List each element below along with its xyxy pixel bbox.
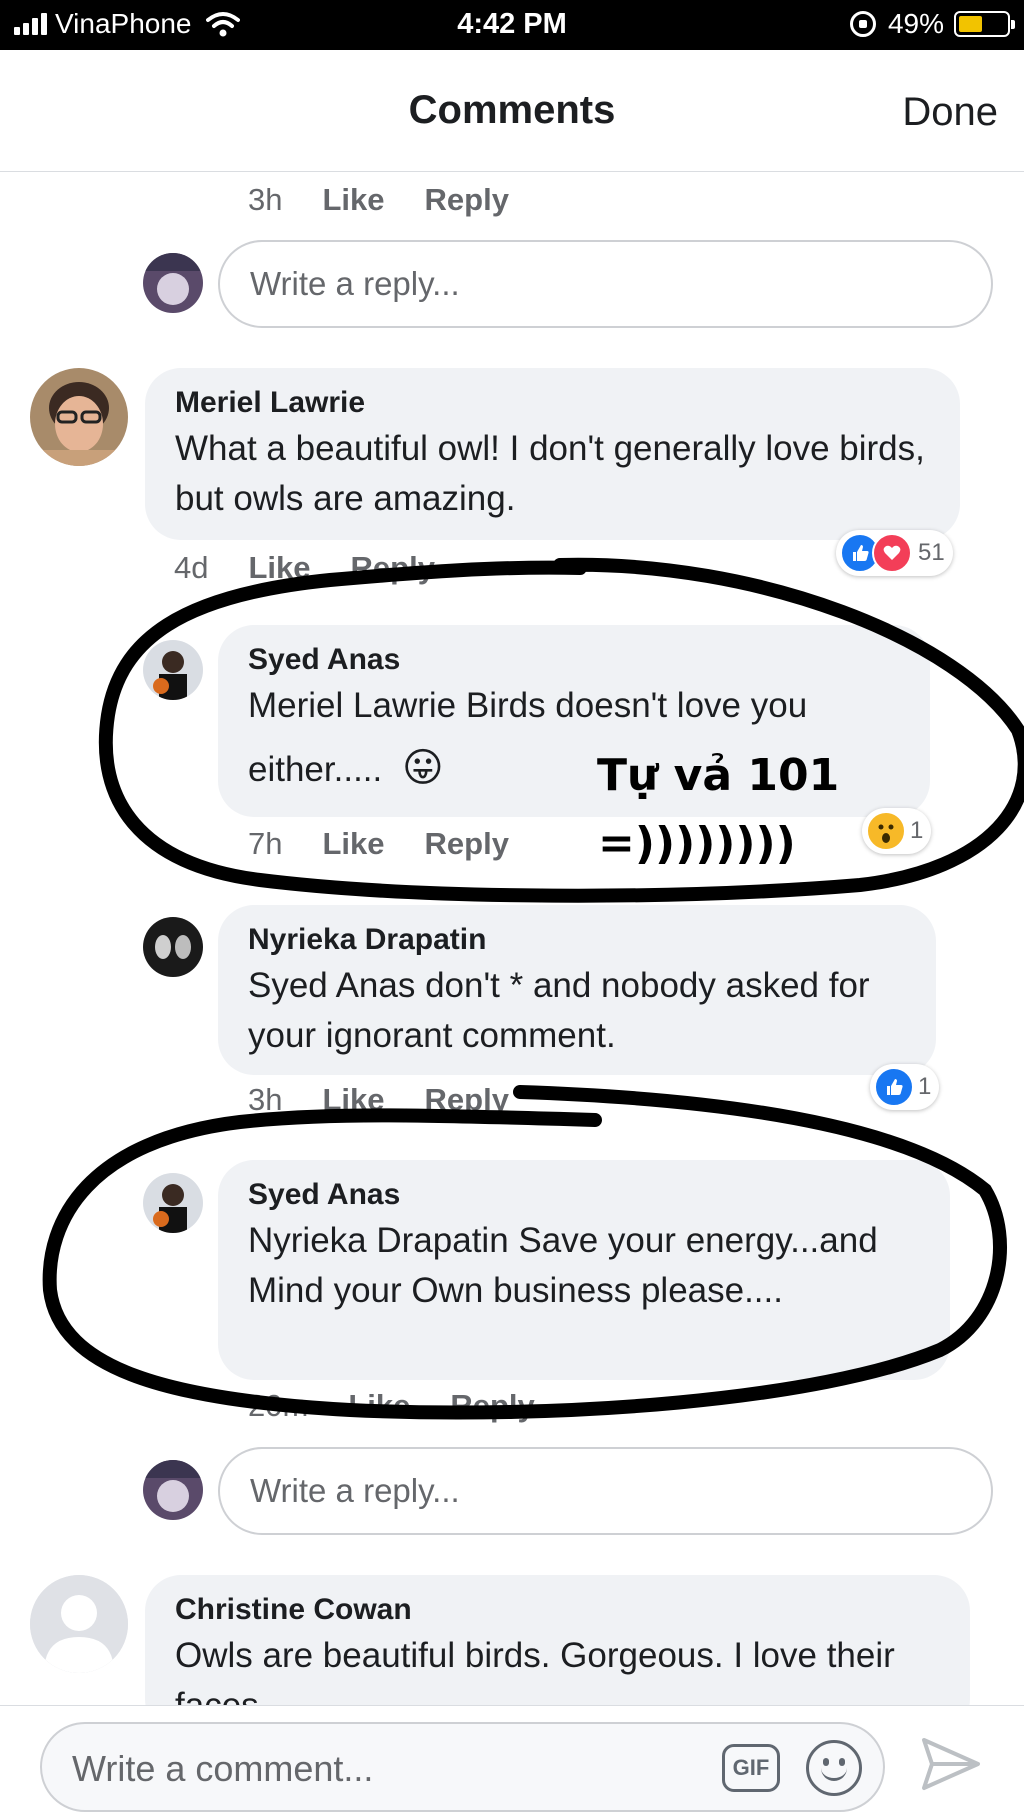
emoji-icon[interactable] [806,1740,862,1796]
comment-input[interactable]: Write a comment... GIF [40,1722,885,1812]
send-icon[interactable] [920,1736,982,1792]
comment-input-placeholder: Write a comment... [72,1748,374,1789]
annotation-text: =)))))))) [598,818,796,869]
highlight-oval [98,557,1024,903]
annotation-drawing [42,557,1024,1420]
gif-button[interactable]: GIF [722,1744,780,1792]
annotation-text: Tự vả 101 [597,750,840,801]
highlight-oval [42,1085,1007,1420]
comment-composer-bar: Write a comment... GIF [0,1705,1024,1820]
